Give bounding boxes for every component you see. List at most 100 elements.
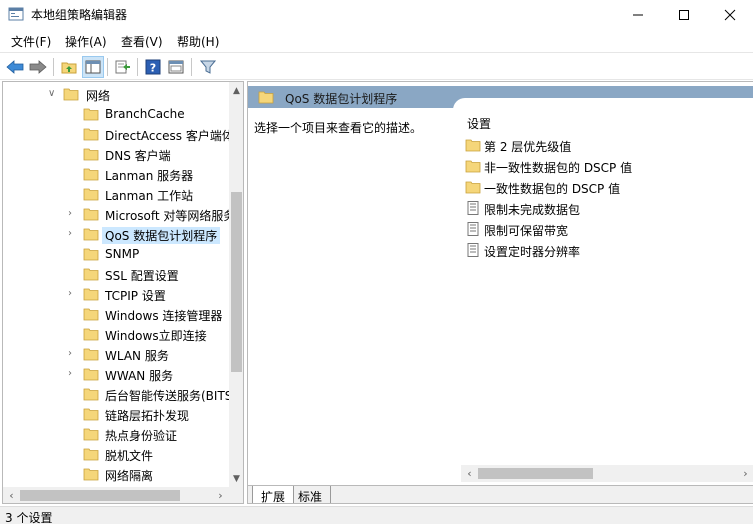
tree-item-label: QoS 数据包计划程序	[102, 227, 221, 244]
tree-item-label: 后台智能传送服务(BITS	[105, 389, 233, 403]
back-button[interactable]	[4, 56, 26, 78]
menu-action[interactable]: 操作(A)	[65, 33, 107, 50]
tree-item[interactable]: Lanman 服务器	[3, 164, 229, 184]
policy-editor-app-icon	[8, 7, 24, 21]
tree-item-label: TCPIP 设置	[105, 289, 166, 303]
scroll-left-arrow-icon[interactable]: ‹	[461, 465, 478, 482]
close-icon	[724, 9, 736, 20]
chevron-right-icon[interactable]: ›	[68, 228, 78, 240]
forward-button[interactable]	[27, 56, 49, 78]
scrollbar-thumb[interactable]	[478, 468, 593, 479]
tree-item[interactable]: SNMP	[3, 244, 229, 264]
chevron-down-icon[interactable]: ∨	[48, 88, 58, 100]
properties-icon	[168, 60, 184, 74]
tab-extended[interactable]: 扩展	[252, 486, 295, 503]
tree-item[interactable]: 网络隔离	[3, 464, 229, 484]
tree-item-label: BranchCache	[105, 107, 185, 121]
toolbar-separator	[53, 58, 54, 76]
properties-button[interactable]	[165, 56, 187, 78]
settings-list-item[interactable]: 第 2 层优先级值	[465, 135, 745, 155]
chevron-right-icon[interactable]: ›	[68, 348, 78, 360]
minimize-icon	[633, 14, 643, 15]
tree-item-label: DNS 客户端	[105, 149, 171, 163]
tree-item[interactable]: Windows立即连接	[3, 324, 229, 344]
show-hide-tree-icon	[85, 60, 101, 74]
settings-column-header[interactable]: 设置	[467, 115, 491, 132]
settings-item-label: 第 2 层优先级值	[484, 140, 572, 154]
folder-icon	[83, 408, 99, 421]
tree-item-label: 链路层拓扑发现	[105, 409, 190, 423]
scroll-left-arrow-icon[interactable]: ‹	[3, 487, 20, 503]
folder-icon	[83, 448, 99, 461]
menu-help[interactable]: 帮助(H)	[177, 33, 219, 50]
help-icon: ?	[145, 59, 161, 75]
tree-item-label: 热点身份验证	[105, 429, 178, 443]
details-horizontal-scrollbar[interactable]: ‹ ›	[461, 465, 753, 482]
tree-item-label: Microsoft 对等网络服务	[105, 209, 236, 223]
menu-view[interactable]: 查看(V)	[121, 33, 163, 50]
settings-item-label: 非一致性数据包的 DSCP 值	[484, 161, 633, 175]
scroll-down-arrow-icon[interactable]: ▼	[229, 470, 243, 487]
folder-icon	[83, 228, 99, 241]
tree-item[interactable]: › Microsoft 对等网络服务	[3, 204, 235, 224]
tree-item[interactable]: DirectAccess 客户端体	[3, 124, 234, 144]
scrollbar-thumb[interactable]	[20, 490, 180, 501]
tree-item[interactable]: BranchCache	[3, 104, 229, 124]
scrollbar-thumb[interactable]	[231, 192, 242, 372]
tree-item[interactable]: Windows 连接管理器	[3, 304, 229, 324]
tree-item[interactable]: Lanman 工作站	[3, 184, 229, 204]
chevron-right-icon[interactable]: ›	[68, 368, 78, 380]
scroll-right-arrow-icon[interactable]: ›	[212, 487, 229, 503]
tree-item-label: SNMP	[105, 247, 140, 261]
scroll-right-arrow-icon[interactable]: ›	[737, 465, 753, 482]
show-hide-tree-button[interactable]	[82, 56, 104, 78]
folder-icon	[83, 468, 99, 481]
help-button[interactable]: ?	[142, 56, 164, 78]
tree-item[interactable]: SSL 配置设置	[3, 264, 229, 284]
settings-list-item[interactable]: 设置定时器分辨率	[465, 240, 745, 260]
tree-horizontal-scrollbar[interactable]: ‹ ›	[3, 487, 229, 503]
tree-item[interactable]: 热点身份验证	[3, 424, 229, 444]
tree-item-label: Windows立即连接	[105, 329, 207, 343]
folder-icon	[465, 139, 481, 152]
export-list-button[interactable]	[112, 56, 134, 78]
chevron-right-icon[interactable]: ›	[68, 288, 78, 300]
tree-item-label: Lanman 服务器	[105, 169, 194, 183]
tree-item[interactable]: › TCPIP 设置	[3, 284, 229, 304]
settings-list-item[interactable]: 非一致性数据包的 DSCP 值	[465, 156, 745, 176]
tree-item[interactable]: › WLAN 服务	[3, 344, 229, 364]
settings-list-item[interactable]: 一致性数据包的 DSCP 值	[465, 177, 745, 197]
description-text: 选择一个项目来查看它的描述。	[254, 121, 423, 135]
details-pane: QoS 数据包计划程序 选择一个项目来查看它的描述。 设置 第 2 层优先级值非…	[247, 81, 753, 504]
folder-icon	[83, 328, 99, 341]
chevron-right-icon[interactable]: ›	[68, 208, 78, 220]
tree-item-network[interactable]: ∨ 网络	[3, 84, 229, 104]
folder-icon	[83, 108, 99, 121]
close-button[interactable]	[707, 0, 753, 29]
menu-file[interactable]: 文件(F)	[11, 33, 51, 50]
minimize-button[interactable]	[615, 0, 661, 29]
tree-item[interactable]: DNS 客户端	[3, 144, 229, 164]
folder-icon	[63, 88, 79, 101]
tab-standard[interactable]: 标准	[290, 486, 332, 503]
policy-setting-icon	[467, 222, 479, 236]
up-folder-button[interactable]	[58, 56, 80, 78]
tree-item[interactable]: › WWAN 服务	[3, 364, 229, 384]
tree-vertical-scrollbar[interactable]: ▲ ▼	[229, 82, 243, 487]
policy-setting-icon	[467, 243, 479, 257]
maximize-button[interactable]	[661, 0, 707, 29]
tree-item[interactable]: 脱机文件	[3, 444, 229, 464]
settings-item-label: 设置定时器分辨率	[484, 245, 581, 259]
tree-item[interactable]: › QoS 数据包计划程序	[3, 224, 229, 244]
scroll-up-arrow-icon[interactable]: ▲	[229, 82, 243, 99]
status-text: 3 个设置	[5, 511, 53, 524]
tree-item-label: SSL 配置设置	[105, 269, 179, 283]
settings-item-label: 限制可保留带宽	[484, 224, 569, 238]
tree-item[interactable]: 后台智能传送服务(BITS	[3, 384, 233, 404]
settings-list-item[interactable]: 限制可保留带宽	[465, 219, 745, 239]
filter-button[interactable]	[197, 56, 219, 78]
settings-list-item[interactable]: 限制未完成数据包	[465, 198, 745, 218]
tree-pane[interactable]: ∨ 网络 BranchCache DirectAccess 客户端体 DNS 客户端 La…	[2, 81, 244, 504]
folder-icon	[83, 348, 99, 361]
tree-item[interactable]: 链路层拓扑发现	[3, 404, 229, 424]
